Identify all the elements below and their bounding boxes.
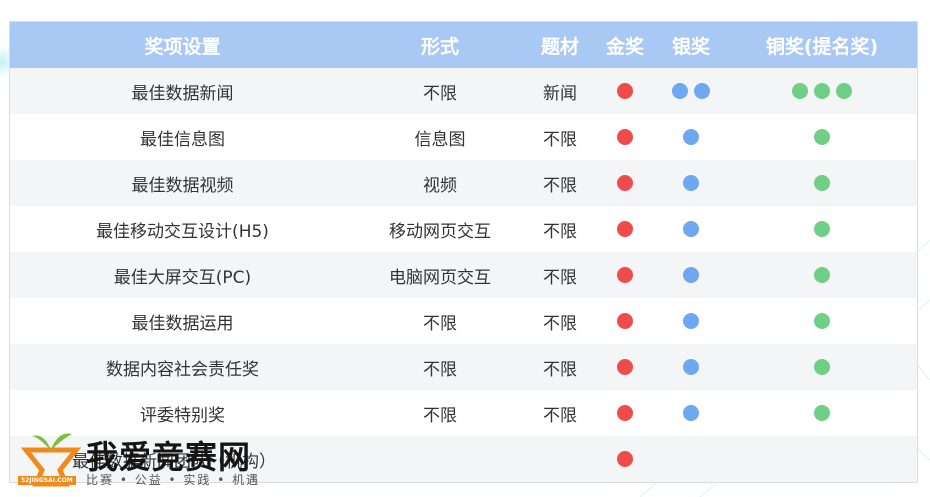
watermark-site: 52JINGSAI.COM [18,476,76,485]
gold-count-cell [595,68,655,114]
gold-dot-icon [617,405,633,421]
bronze-count-cell [727,252,917,298]
silver-count-cell [655,436,727,482]
bronze-dot-icon [814,175,830,191]
header-award: 奖项设置 [144,35,221,58]
bronze-count-cell [727,68,917,114]
award-cell: 最佳数据新闻 [131,83,234,104]
award-cell: 最佳数据运用 [131,313,234,334]
award-cell: 最佳大屏交互(PC) [113,267,252,288]
silver-count-cell [655,68,727,114]
gold-count-cell [595,436,655,482]
topic-cell: 不限 [543,175,577,196]
award-cell: 数据内容社会责任奖 [106,359,259,380]
table-row: 最佳数据运用 不限 不限 [10,298,917,344]
table-row: 最佳信息图 信息图 不限 [10,114,917,160]
silver-count-cell [655,206,727,252]
gold-count-cell [595,114,655,160]
silver-dot-icon [683,175,699,191]
bronze-dot-icon [814,129,830,145]
gold-count-cell [595,252,655,298]
gold-dot-icon [617,221,633,237]
silver-count-cell [655,114,727,160]
table-row: 最佳移动交互设计(H5) 移动网页交互 不限 [10,206,917,252]
header-gold: 金奖 [605,35,644,58]
silver-dot-icon [683,359,699,375]
gold-dot-icon [617,175,633,191]
gold-count-cell [595,298,655,344]
bronze-count-cell [727,160,917,206]
bronze-count-cell [727,436,917,482]
gold-dot-icon [617,359,633,375]
silver-dot-icon [683,129,699,145]
bronze-dot-icon [792,83,808,99]
bronze-dot-icon [814,359,830,375]
gold-count-cell [595,206,655,252]
bronze-count-cell [727,206,917,252]
gold-count-cell [595,390,655,436]
watermark-slogan: 比赛 • 公益 • 实践 • 机遇 [86,473,261,487]
form-cell: 不限 [423,83,457,104]
bronze-dot-icon [814,221,830,237]
award-cell: 最佳移动交互设计(H5) [96,221,269,242]
gold-dot-icon [617,267,633,283]
topic-cell: 不限 [543,267,577,288]
silver-dot-icon [683,221,699,237]
form-cell: 不限 [423,359,457,380]
silver-count-cell [655,160,727,206]
topic-cell: 不限 [543,221,577,242]
silver-dot-icon [694,83,710,99]
form-cell: 移动网页交互 [389,221,491,242]
table-row: 最佳数据视频 视频 不限 [10,160,917,206]
form-cell: 电脑网页交互 [389,267,491,288]
bronze-dot-icon [814,313,830,329]
topic-cell [525,436,595,482]
table-row: 数据内容社会责任奖 不限 不限 [10,344,917,390]
header-form: 形式 [420,35,459,58]
award-cell: 最佳信息图 [140,129,225,150]
bronze-dot-icon [814,267,830,283]
table-header-row: 奖项设置 形式 题材 金奖 银奖 铜奖(提名奖) [10,22,917,68]
header-topic: 题材 [540,35,579,58]
gold-dot-icon [617,313,633,329]
gold-dot-icon [617,129,633,145]
bronze-count-cell [727,344,917,390]
award-cell: 最佳数据视频 [131,175,234,196]
table-row: 最佳大屏交互(PC) 电脑网页交互 不限 [10,252,917,298]
topic-cell: 不限 [543,359,577,380]
gold-count-cell [595,160,655,206]
silver-count-cell [655,344,727,390]
form-cell: 不限 [423,405,457,426]
silver-dot-icon [672,83,688,99]
form-cell: 信息图 [414,129,466,150]
gold-dot-icon [617,83,633,99]
silver-count-cell [655,390,727,436]
bronze-count-cell [727,114,917,160]
bronze-dot-icon [836,83,852,99]
form-cell: 不限 [423,313,457,334]
gold-count-cell [595,344,655,390]
award-table-container: 奖项设置 形式 题材 金奖 银奖 铜奖(提名奖) 最佳数据新闻 不限 新闻 最佳信息图… [9,21,918,483]
topic-cell: 新闻 [543,83,577,104]
bronze-dot-icon [814,83,830,99]
silver-dot-icon [683,405,699,421]
silver-dot-icon [683,267,699,283]
header-silver: 银奖 [671,35,710,58]
gold-dot-icon [617,451,633,467]
bronze-count-cell [727,298,917,344]
topic-cell: 不限 [543,129,577,150]
topic-cell: 不限 [543,405,577,426]
award-table: 奖项设置 形式 题材 金奖 银奖 铜奖(提名奖) 最佳数据新闻 不限 新闻 最佳信息图… [10,22,917,482]
bronze-count-cell [727,390,917,436]
bronze-dot-icon [814,405,830,421]
form-cell: 视频 [423,175,457,196]
silver-count-cell [655,252,727,298]
silver-count-cell [655,298,727,344]
header-bronze: 铜奖(提名奖) [765,35,879,58]
table-row: 最佳数据新闻 不限 新闻 [10,68,917,114]
topic-cell: 不限 [543,313,577,334]
form-cell [355,436,525,482]
silver-dot-icon [683,313,699,329]
